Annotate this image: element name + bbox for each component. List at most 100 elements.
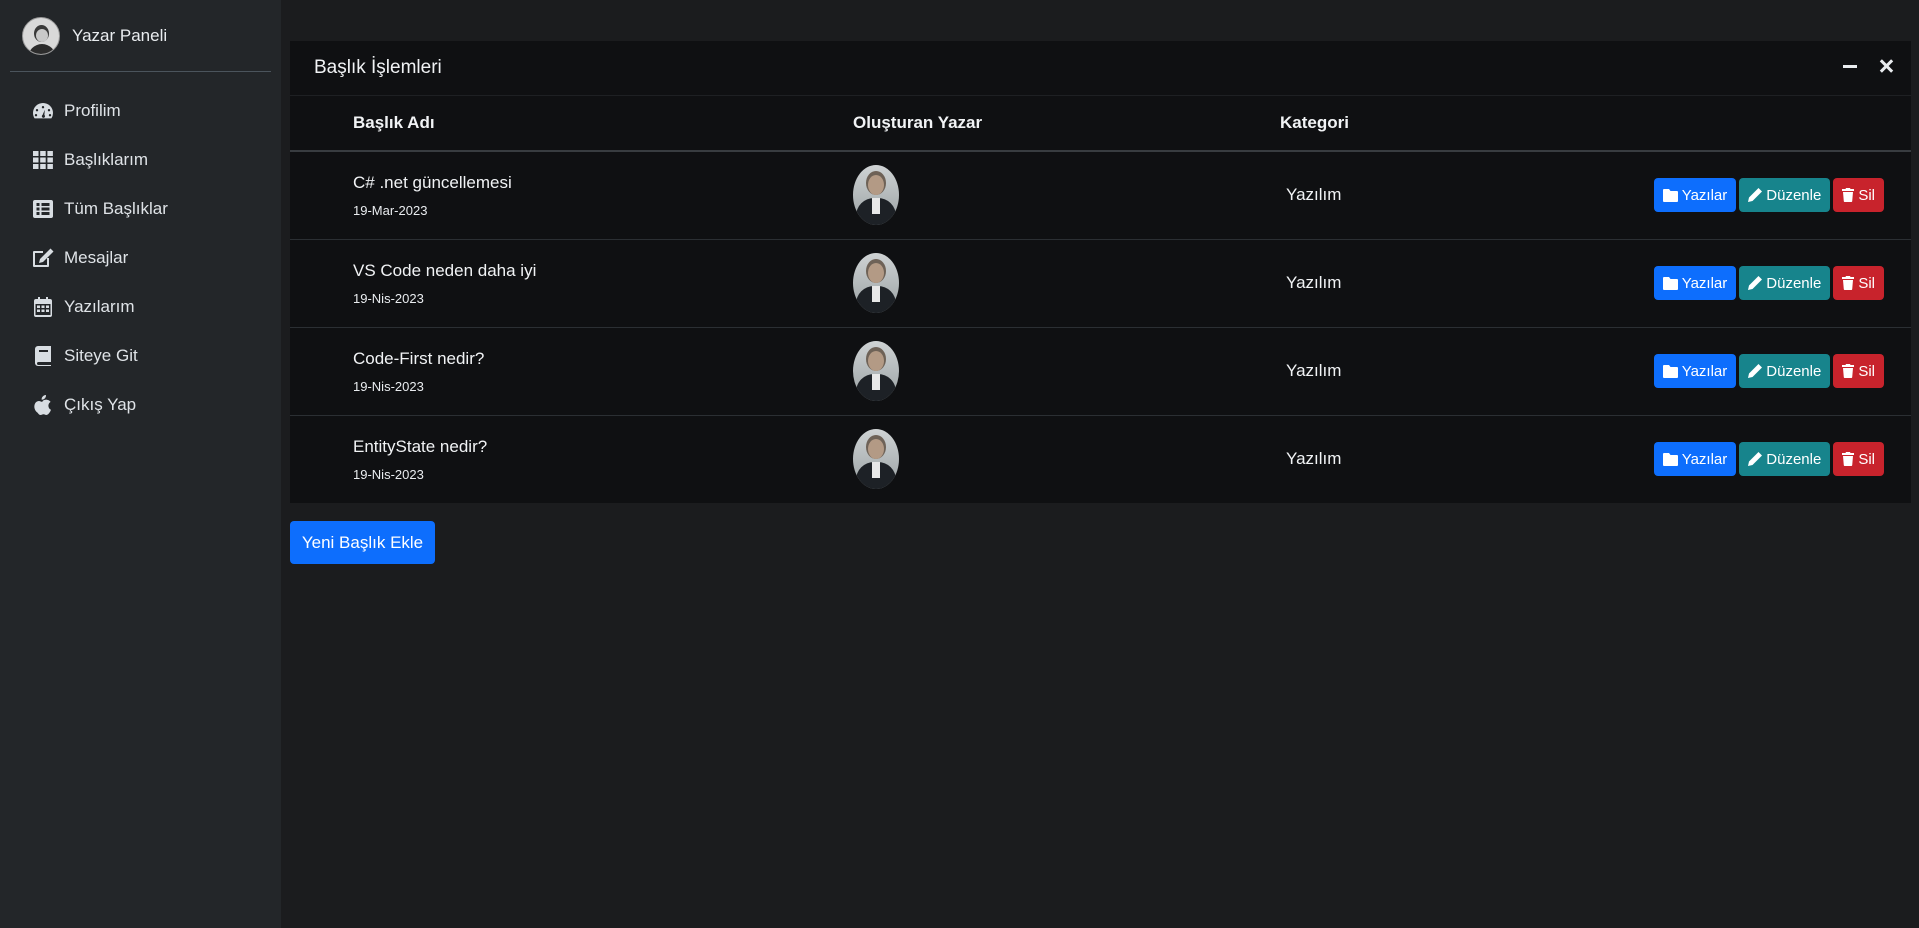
folder-icon [1662,188,1678,202]
list-icon [30,198,56,220]
author-cell [853,327,1280,415]
posts-button[interactable]: Yazılar [1653,266,1737,300]
brand[interactable]: Yazar Paneli [10,0,271,72]
posts-button-label: Yazılar [1681,274,1728,292]
edit-button-label: Düzenle [1766,450,1822,468]
pencil-icon [1748,276,1763,290]
posts-button-label: Yazılar [1681,450,1728,468]
column-header-actions [1560,96,1911,152]
trash-icon [1842,364,1855,378]
category-cell: Yazılım [1280,151,1560,239]
category-cell: Yazılım [1280,239,1560,327]
title-name: Code-First nedir? [353,348,485,368]
table-row: VS Code neden daha iyi 19-Nis-2023 Yazıl… [290,239,1911,327]
table-row: Code-First nedir? 19-Nis-2023 Yazılım Ya… [290,327,1911,415]
delete-button[interactable]: Sil [1833,178,1884,213]
table-header-row: Başlık Adı Oluşturan Yazar Kategori [290,96,1911,152]
sidebar-item-mesajlar[interactable]: Mesajlar [0,233,281,282]
title-cell: EntityState nedir? 19-Nis-2023 [290,415,853,503]
sidebar-item-label: Yazılarım [64,296,135,316]
category-label: Yazılım [1286,273,1342,292]
pencil-icon [1748,364,1763,378]
edit-button[interactable]: Düzenle [1739,442,1831,477]
title-cell: Code-First nedir? 19-Nis-2023 [290,327,853,415]
title-cell: C# .net güncellemesi 19-Mar-2023 [290,151,853,239]
sidebar-nav: Profilim Başlıklarım Tüm Başlıklar Mesaj… [0,86,281,429]
sidebar-item-label: Mesajlar [64,247,129,267]
posts-button[interactable]: Yazılar [1653,178,1737,213]
titles-card: Başlık İşlemleri Başlık Adı Oluşturan Ya… [290,41,1911,503]
delete-button[interactable]: Sil [1833,442,1884,477]
author-cell [853,239,1280,327]
pencil-icon [1748,452,1763,467]
author-avatar [853,429,899,490]
table-row: EntityState nedir? 19-Nis-2023 Yazılım Y… [290,415,1911,503]
category-cell: Yazılım [1280,327,1560,415]
title-cell: VS Code neden daha iyi 19-Nis-2023 [290,239,853,327]
delete-button-label: Sil [1858,362,1875,380]
title-name: C# .net güncellemesi [353,172,512,192]
category-label: Yazılım [1286,449,1342,469]
close-icon[interactable] [1879,59,1893,73]
add-title-button[interactable]: Yeni Başlık Ekle [290,521,435,564]
author-cell [853,151,1280,239]
sidebar-item-label: Profilim [64,100,121,120]
trash-icon [1842,276,1855,290]
trash-icon [1842,188,1855,203]
title-name: EntityState nedir? [353,436,488,456]
row-actions: Yazılar Düzenle Sil [1560,178,1911,213]
sidebar-item-tum-basliklar[interactable]: Tüm Başlıklar [0,184,281,233]
sidebar-item-yazilarim[interactable]: Yazılarım [0,282,281,331]
author-cell [853,415,1280,503]
sidebar: Yazar Paneli Profilim Başlıklarım Tüm Ba… [0,0,281,928]
column-header-title: Başlık Adı [290,96,853,152]
actions-cell: Yazılar Düzenle Sil [1560,151,1911,239]
category-label: Yazılım [1286,361,1342,380]
card-title: Başlık İşlemleri [314,57,442,78]
posts-button[interactable]: Yazılar [1653,442,1737,477]
titles-table: Başlık Adı Oluşturan Yazar Kategori C# .… [290,96,1911,503]
row-actions: Yazılar Düzenle Sil [1560,266,1911,300]
column-header-category: Kategori [1280,96,1560,152]
book-icon [30,345,56,367]
dashboard-gauge-icon [30,100,56,122]
edit-button-label: Düzenle [1766,362,1822,380]
sidebar-item-cikis-yap[interactable]: Çıkış Yap [0,380,281,429]
delete-button-label: Sil [1858,186,1875,204]
delete-button-label: Sil [1858,450,1875,468]
edit-button[interactable]: Düzenle [1739,266,1831,300]
title-date: 19-Mar-2023 [353,202,428,218]
edit-button[interactable]: Düzenle [1739,178,1831,213]
folder-icon [1662,364,1678,378]
edit-button-label: Düzenle [1766,186,1822,204]
title-date: 19-Nis-2023 [353,378,424,394]
delete-button[interactable]: Sil [1833,266,1884,300]
actions-cell: Yazılar Düzenle Sil [1560,415,1911,503]
posts-button[interactable]: Yazılar [1653,354,1737,388]
trash-icon [1842,452,1855,467]
category-label: Yazılım [1286,185,1342,205]
brand-title: Yazar Paneli [72,25,168,45]
edit-icon [30,247,56,269]
column-header-author: Oluşturan Yazar [853,96,1280,152]
edit-button-label: Düzenle [1766,274,1822,292]
edit-button[interactable]: Düzenle [1739,354,1831,388]
apple-icon [30,394,56,416]
user-avatar [22,16,60,55]
title-name: VS Code neden daha iyi [353,260,537,280]
sidebar-item-label: Siteye Git [64,345,138,365]
sidebar-item-label: Başlıklarım [64,149,149,169]
sidebar-item-basliklarim[interactable]: Başlıklarım [0,135,281,184]
posts-button-label: Yazılar [1681,186,1728,204]
actions-cell: Yazılar Düzenle Sil [1560,239,1911,327]
sidebar-item-profilim[interactable]: Profilim [0,86,281,135]
title-date: 19-Nis-2023 [353,290,424,306]
card-header: Başlık İşlemleri [290,41,1911,96]
sidebar-item-siteye-git[interactable]: Siteye Git [0,331,281,380]
pencil-icon [1748,188,1763,203]
delete-button[interactable]: Sil [1833,354,1884,388]
minimize-icon[interactable] [1843,59,1857,73]
category-cell: Yazılım [1280,415,1560,503]
actions-cell: Yazılar Düzenle Sil [1560,327,1911,415]
card-tools [1843,59,1893,73]
